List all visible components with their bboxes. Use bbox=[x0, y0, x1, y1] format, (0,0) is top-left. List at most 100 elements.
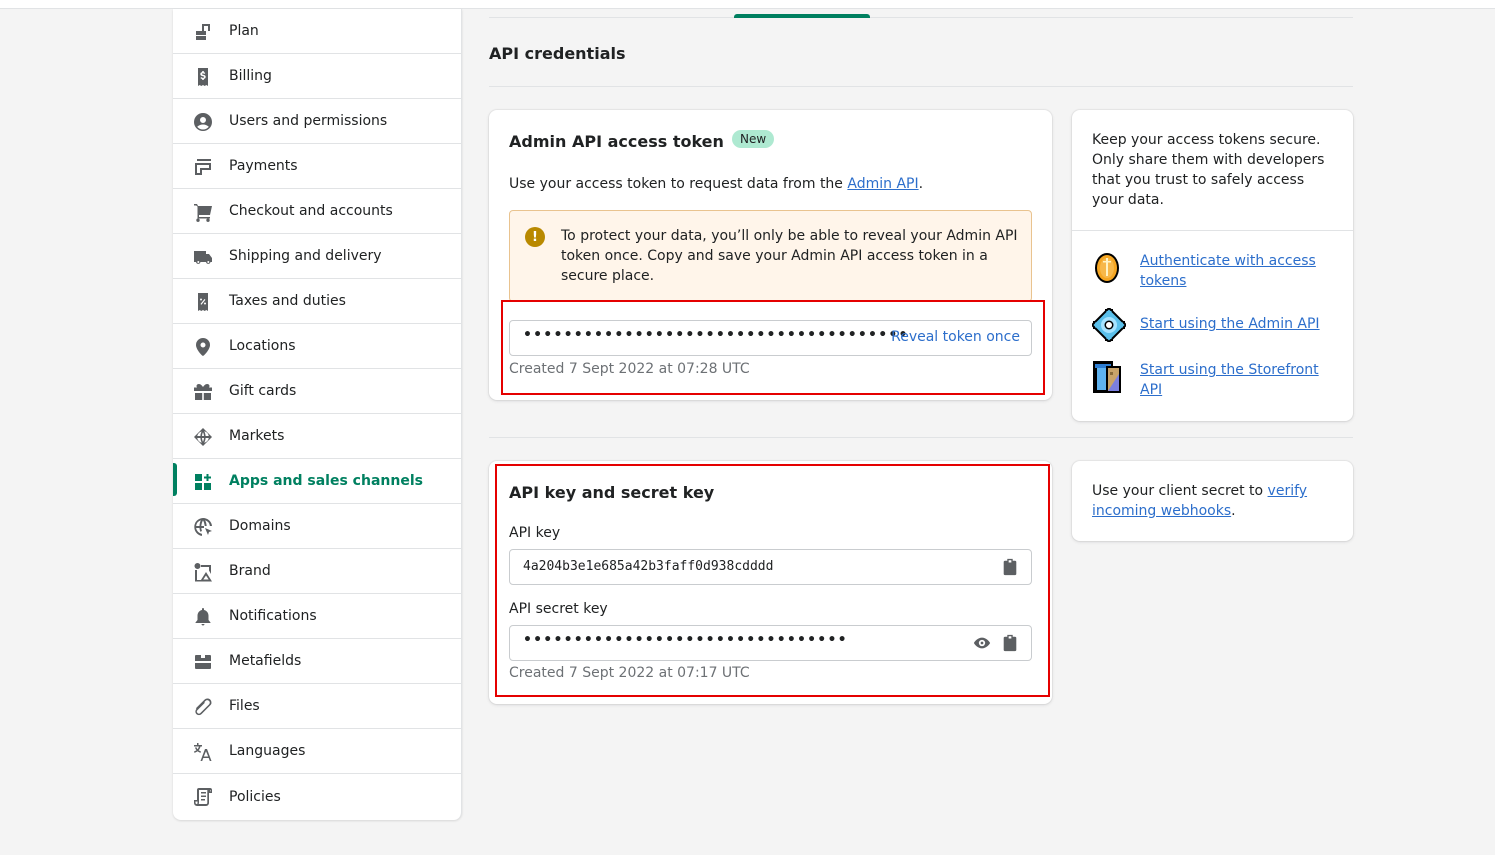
start-storefront-api-link[interactable]: Start using the Storefront API bbox=[1140, 360, 1340, 400]
sidebar-item-policies[interactable]: Policies bbox=[173, 774, 461, 819]
sidebar-item-taxes-and-duties[interactable]: Taxes and duties bbox=[173, 279, 461, 324]
sidebar-item-label: Shipping and delivery bbox=[229, 248, 382, 264]
sidebar-item-label: Files bbox=[229, 698, 260, 714]
sidebar-item-label: Plan bbox=[229, 23, 259, 39]
sidebar-item-label: Brand bbox=[229, 563, 271, 579]
start-admin-api-link[interactable]: Start using the Admin API bbox=[1140, 314, 1340, 334]
api-key-value: 4a204b3e1e685a42b3faff0d938cdddd bbox=[523, 559, 774, 574]
warning-icon: ! bbox=[525, 227, 545, 247]
api-key-label: API key bbox=[509, 525, 561, 541]
access-token-field[interactable]: •••••••••••••••••••••••••••••••••••••• R… bbox=[509, 320, 1032, 356]
clipboard-copy-icon[interactable] bbox=[1001, 634, 1019, 652]
sidebar-item-label: Checkout and accounts bbox=[229, 203, 393, 219]
storefront-blueprint-icon bbox=[1092, 360, 1124, 394]
webhook-text-suffix: . bbox=[1231, 503, 1236, 519]
sidebar-item-label: Taxes and duties bbox=[229, 293, 346, 309]
sidebar-item-plan[interactable]: Plan bbox=[173, 9, 461, 54]
keys-created-date: Created 7 Sept 2022 at 07:17 UTC bbox=[509, 665, 750, 681]
sidebar-item-label: Languages bbox=[229, 743, 306, 759]
user-icon bbox=[192, 111, 214, 133]
sidebar-item-apps-and-sales-channels[interactable]: Apps and sales channels bbox=[173, 459, 461, 504]
webhook-text-prefix: Use your client secret to bbox=[1092, 483, 1268, 499]
sidebar-item-label: Users and permissions bbox=[229, 113, 388, 129]
new-badge: New bbox=[732, 130, 775, 148]
metafields-icon bbox=[192, 651, 214, 673]
desc-suffix: . bbox=[918, 176, 924, 192]
sidebar-item-languages[interactable]: Languages bbox=[173, 729, 461, 774]
bell-icon bbox=[192, 606, 214, 628]
warning-text: To protect your data, you’ll only be abl… bbox=[561, 228, 1018, 284]
sidebar-item-shipping-and-delivery[interactable]: Shipping and delivery bbox=[173, 234, 461, 279]
sidebar-item-label: Notifications bbox=[229, 608, 317, 624]
sidebar-item-notifications[interactable]: Notifications bbox=[173, 594, 461, 639]
coin-icon bbox=[1092, 251, 1124, 285]
api-key-field[interactable]: 4a204b3e1e685a42b3faff0d938cdddd bbox=[509, 549, 1032, 585]
settings-sidebar: Plan Billing Users and permissions Payme… bbox=[173, 9, 462, 820]
api-secret-key-label: API secret key bbox=[509, 601, 608, 617]
security-tip-text: Keep your access tokens secure. Only sha… bbox=[1092, 132, 1325, 208]
billing-icon bbox=[192, 66, 214, 88]
sidebar-item-label: Locations bbox=[229, 338, 296, 354]
admin-api-link[interactable]: Admin API bbox=[847, 176, 918, 192]
domains-globe-icon bbox=[192, 516, 214, 538]
webhook-info-card: Use your client secret to verify incomin… bbox=[1072, 461, 1353, 541]
warning-banner: ! To protect your data, you’ll only be a… bbox=[509, 210, 1032, 302]
security-tips-card: Keep your access tokens secure. Only sha… bbox=[1072, 110, 1353, 421]
section-divider bbox=[489, 86, 1353, 87]
sidebar-item-label: Payments bbox=[229, 158, 298, 174]
sidebar-item-label: Metafields bbox=[229, 653, 302, 669]
card-title: API key and secret key bbox=[509, 483, 715, 502]
tax-receipt-icon bbox=[192, 291, 214, 313]
location-pin-icon bbox=[192, 336, 214, 358]
paperclip-icon bbox=[192, 696, 214, 718]
sidebar-item-domains[interactable]: Domains bbox=[173, 504, 461, 549]
top-bar bbox=[0, 0, 1495, 9]
sidebar-item-brand[interactable]: Brand bbox=[173, 549, 461, 594]
sidebar-item-gift-cards[interactable]: Gift cards bbox=[173, 369, 461, 414]
sidebar-item-label: Billing bbox=[229, 68, 272, 84]
sidebar-item-files[interactable]: Files bbox=[173, 684, 461, 729]
card-divider bbox=[1072, 230, 1353, 231]
sidebar-item-markets[interactable]: Markets bbox=[173, 414, 461, 459]
section-divider bbox=[489, 437, 1353, 438]
sidebar-item-metafields[interactable]: Metafields bbox=[173, 639, 461, 684]
payments-icon bbox=[192, 156, 214, 178]
active-indicator bbox=[173, 463, 177, 496]
token-created-date: Created 7 Sept 2022 at 07:28 UTC bbox=[509, 361, 750, 377]
brand-icon bbox=[192, 561, 214, 583]
active-tab-indicator bbox=[734, 14, 870, 18]
api-secret-key-field[interactable]: •••••••••••••••••••••••••••••••• bbox=[509, 625, 1032, 661]
plan-icon bbox=[192, 21, 214, 43]
api-keys-card: API key and secret key API key 4a204b3e1… bbox=[489, 461, 1052, 704]
sidebar-item-label: Policies bbox=[229, 788, 281, 805]
sidebar-item-label: Gift cards bbox=[229, 383, 297, 399]
sidebar-item-billing[interactable]: Billing bbox=[173, 54, 461, 99]
desc-text: Use your access token to request data fr… bbox=[509, 176, 848, 192]
sidebar-item-payments[interactable]: Payments bbox=[173, 144, 461, 189]
admin-api-token-card: Admin API access token New Use your acce… bbox=[489, 110, 1052, 400]
api-secret-key-masked: •••••••••••••••••••••••••••••••• bbox=[523, 632, 848, 648]
authenticate-access-tokens-link[interactable]: Authenticate with access tokens bbox=[1140, 251, 1340, 291]
translate-icon bbox=[192, 741, 214, 763]
sidebar-item-locations[interactable]: Locations bbox=[173, 324, 461, 369]
tabs-divider bbox=[489, 17, 1353, 18]
sidebar-item-label: Markets bbox=[229, 428, 285, 444]
apps-icon bbox=[192, 471, 214, 493]
access-token-masked: •••••••••••••••••••••••••••••••••••••• bbox=[523, 327, 909, 343]
policy-scroll-icon bbox=[192, 786, 214, 808]
sidebar-item-label: Domains bbox=[229, 518, 291, 534]
webhook-text: Use your client secret to verify incomin… bbox=[1092, 481, 1337, 521]
sidebar-item-label: Apps and sales channels bbox=[229, 473, 423, 489]
sidebar-item-users-and-permissions[interactable]: Users and permissions bbox=[173, 99, 461, 144]
cart-icon bbox=[192, 201, 214, 223]
eye-show-icon[interactable] bbox=[973, 634, 991, 652]
card-title: Admin API access token bbox=[509, 132, 724, 151]
clipboard-copy-icon[interactable] bbox=[1001, 558, 1019, 576]
token-description: Use your access token to request data fr… bbox=[509, 176, 923, 192]
truck-icon bbox=[192, 246, 214, 268]
sidebar-item-checkout-and-accounts[interactable]: Checkout and accounts bbox=[173, 189, 461, 234]
gear-icon bbox=[1090, 306, 1128, 344]
gift-icon bbox=[192, 381, 214, 403]
reveal-token-button[interactable]: Reveal token once bbox=[891, 329, 1020, 345]
section-title: API credentials bbox=[489, 44, 626, 63]
